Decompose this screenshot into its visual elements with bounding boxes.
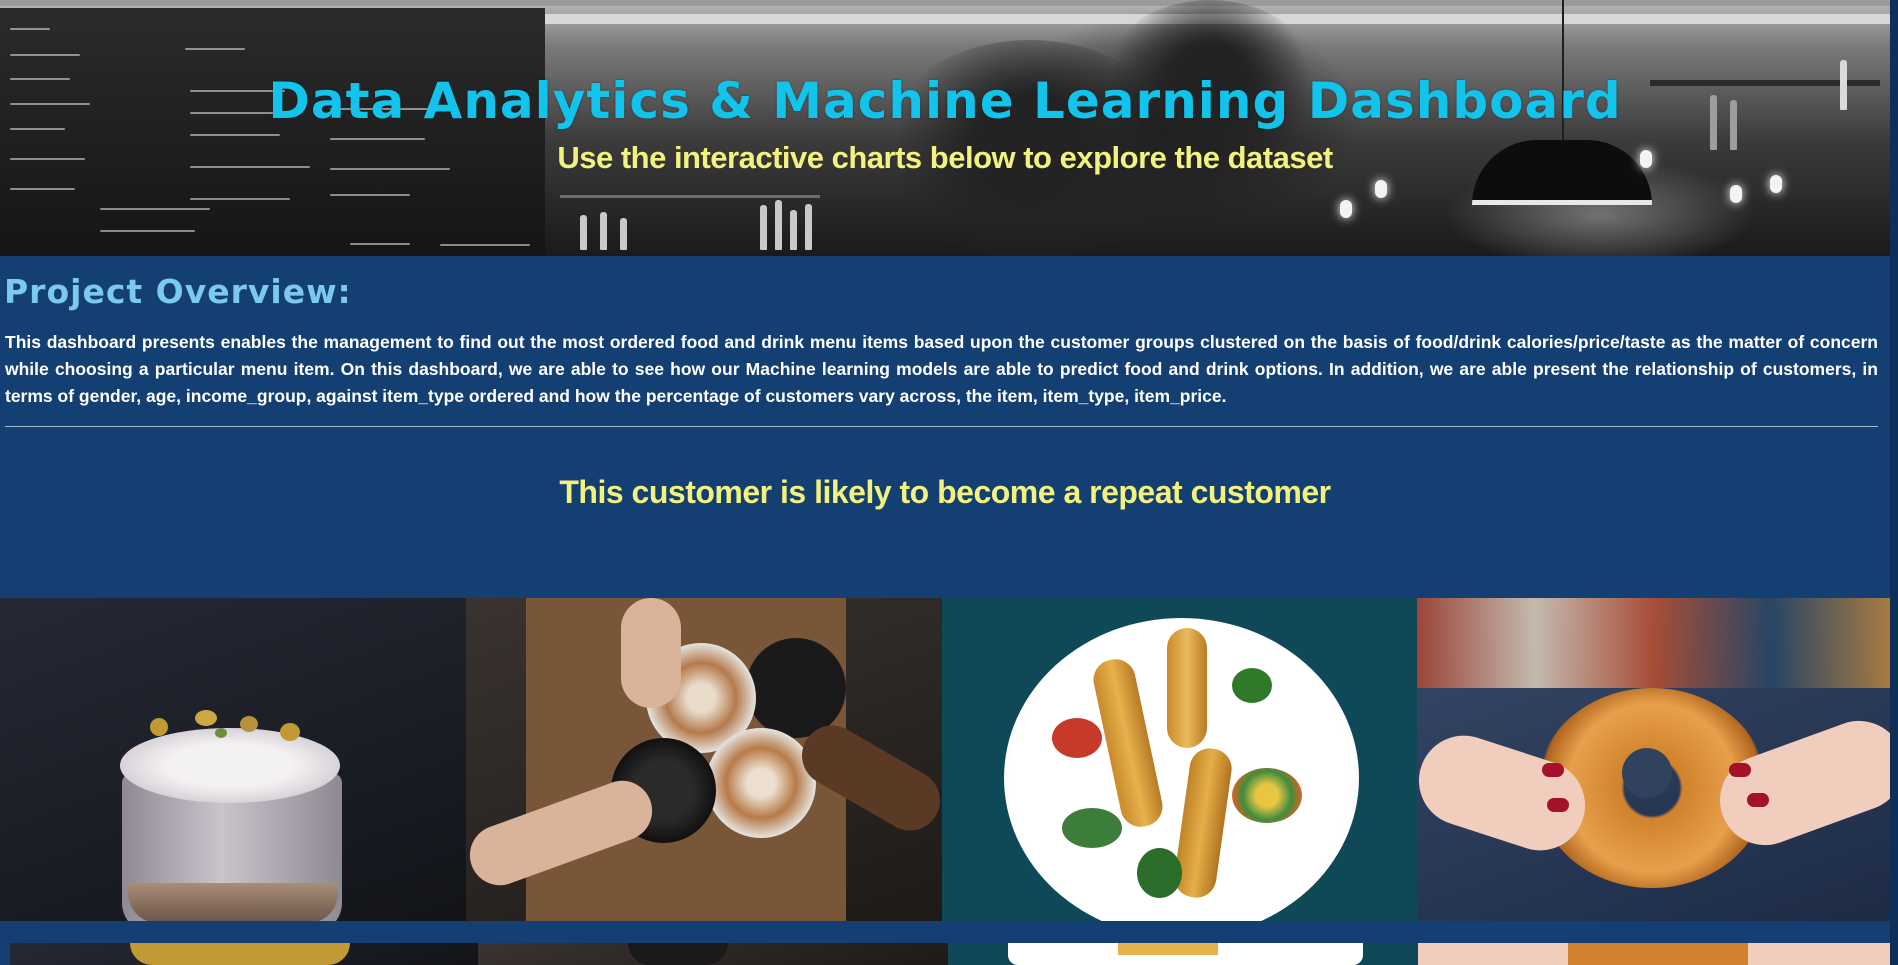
chicken-skewer-plate-photo-repeat — [948, 943, 1418, 965]
scrollbar-track[interactable] — [1890, 0, 1898, 965]
bulb-light — [1340, 200, 1352, 218]
project-overview-heading: Project Overview: — [4, 272, 352, 311]
header-banner: Data Analytics & Machine Learning Dashbo… — [0, 0, 1890, 256]
project-overview-text: This dashboard presents enables the mana… — [5, 332, 1878, 406]
dessert-cup-photo — [0, 598, 466, 921]
bar-shelf — [560, 195, 820, 198]
chalkboard-image — [0, 8, 545, 256]
ceiling-pipe — [0, 0, 1890, 6]
prediction-result: This customer is likely to become a repe… — [559, 474, 1331, 510]
coffee-cheers-photo-repeat — [478, 943, 948, 965]
dessert-cup-photo-repeat — [10, 943, 478, 965]
page-subtitle: Use the interactive charts below to expl… — [557, 140, 1333, 175]
page-title: Data Analytics & Machine Learning Dashbo… — [268, 72, 1622, 130]
coffee-cheers-photo — [466, 598, 942, 921]
chicken-skewer-plate-photo — [942, 598, 1417, 921]
donut-hands-photo-repeat — [1418, 943, 1890, 965]
donut-hands-photo — [1417, 598, 1890, 921]
section-divider — [5, 426, 1878, 427]
